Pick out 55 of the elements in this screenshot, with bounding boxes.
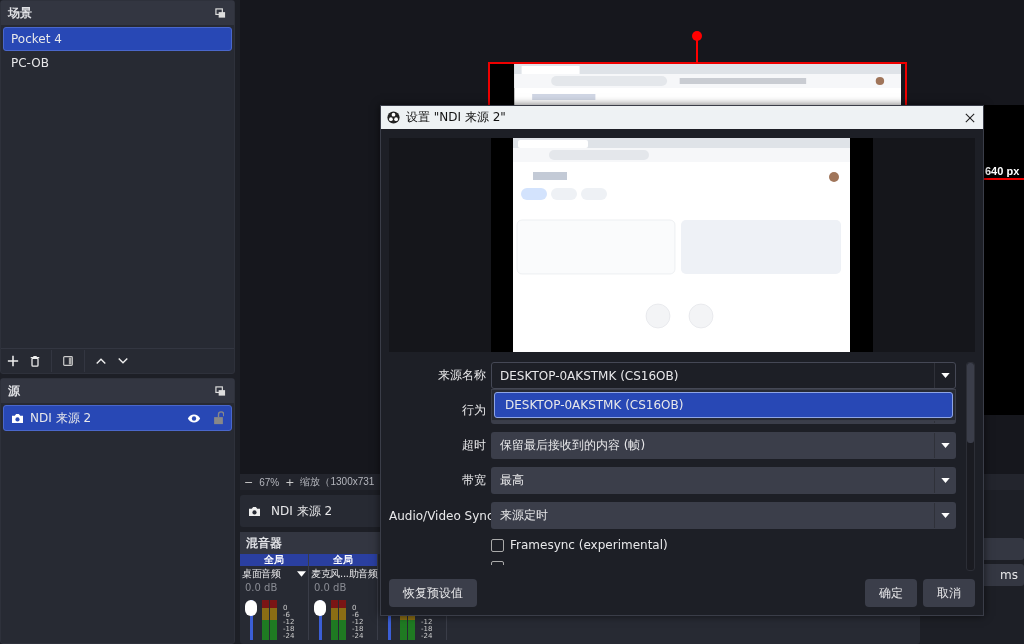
app-logo-icon (387, 111, 400, 124)
dropdown-option[interactable]: DESKTOP-0AKSTMK (CS16OB) (494, 392, 953, 418)
zoom-level: 67% (259, 476, 280, 488)
rotation-handle[interactable] (692, 31, 702, 63)
level-meter (262, 600, 278, 640)
scene-item[interactable]: Pocket 4 (3, 27, 232, 51)
zoom-in-button[interactable]: + (285, 475, 295, 489)
level-meter (331, 600, 347, 640)
panel-title: 源 (8, 382, 20, 400)
volume-slider[interactable] (314, 600, 326, 640)
cancel-button[interactable]: 取消 (923, 579, 975, 607)
field-label: 带宽 (461, 472, 487, 489)
dropdown-field[interactable]: 最高 (491, 467, 956, 494)
field-label: 超时 (461, 437, 487, 454)
scene-item[interactable]: PC-OB (3, 51, 232, 75)
undock-icon[interactable] (215, 385, 226, 397)
checkbox[interactable] (491, 538, 504, 552)
scale-text: 缩放（1300x731 (300, 475, 375, 489)
dropdown-field[interactable]: 来源定时 (491, 502, 956, 529)
channel-name: 桌面音频 (242, 567, 281, 581)
camera-icon (248, 505, 261, 517)
checkbox-label: Framesync (experimental) (510, 538, 668, 552)
source-name: NDI 来源 2 (271, 502, 333, 520)
channel-name: 麦克风...助音频 (311, 567, 378, 581)
scope-label: 全局 (264, 554, 284, 565)
caret-icon (940, 478, 950, 483)
zoom-out-button[interactable]: − (244, 475, 254, 489)
field-label: 行为 (461, 402, 487, 419)
source-name: NDI 来源 2 (30, 410, 93, 427)
dropdown-field[interactable]: 保留最后接收到的内容 (帧) (491, 432, 956, 459)
caret-icon (940, 513, 950, 518)
volume-reading: 0.0 dB (314, 582, 347, 593)
dropdown-icon[interactable] (297, 571, 306, 577)
scrollbar[interactable] (966, 362, 975, 571)
trash-icon[interactable] (29, 355, 41, 367)
scope-label: 全局 (333, 554, 353, 565)
volume-reading: 0.0 dB (245, 582, 278, 593)
eye-icon[interactable] (187, 412, 201, 424)
filter-icon[interactable] (62, 355, 74, 367)
field-label: 来源名称 (437, 367, 487, 384)
volume-slider[interactable] (245, 600, 257, 640)
caret-icon (940, 373, 950, 378)
window-title: 设置 "NDI 来源 2" (406, 109, 507, 126)
ok-button[interactable]: 确定 (865, 579, 917, 607)
dropdown-field[interactable]: DESKTOP-0AKSTMK (CS16OB) (491, 362, 956, 389)
source-item[interactable]: NDI 来源 2 (3, 405, 232, 431)
panel-title: 场景 (8, 4, 32, 22)
caret-icon (940, 443, 950, 448)
undock-icon[interactable] (215, 7, 226, 19)
restore-defaults-button[interactable]: 恢复预设值 (389, 579, 477, 607)
close-icon[interactable] (965, 112, 975, 123)
panel-title: 混音器 (246, 534, 282, 552)
add-icon[interactable] (7, 355, 19, 367)
width-label: 640 px (985, 165, 1020, 177)
camera-icon (11, 412, 24, 424)
